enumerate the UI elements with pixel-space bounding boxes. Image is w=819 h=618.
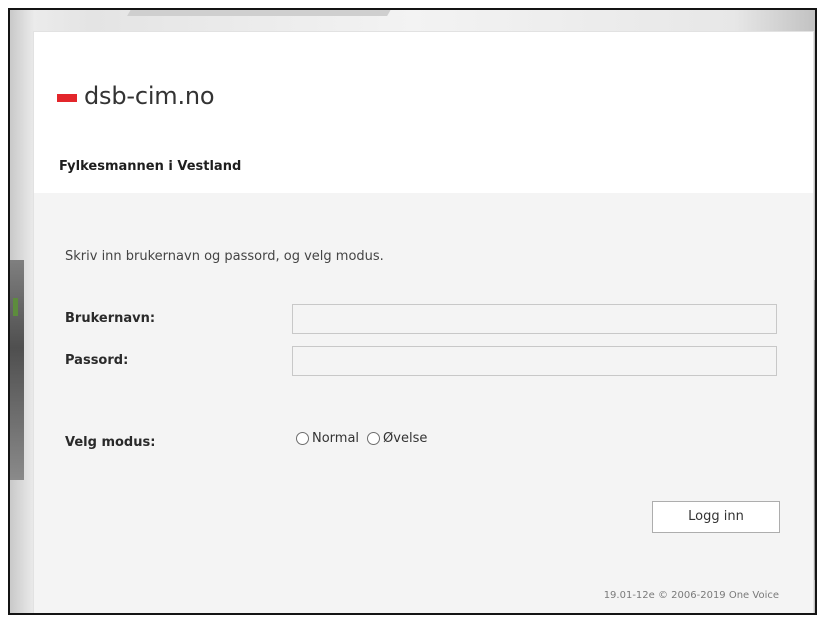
password-label: Passord: — [65, 353, 129, 368]
version-footer: 19.01-12e © 2006-2019 One Voice — [603, 590, 779, 601]
mode-option-label: Øvelse — [383, 431, 428, 446]
logo-mark-icon — [57, 93, 77, 102]
card-header: dsb-cim.no Fylkesmannen i Vestland — [34, 32, 813, 193]
password-input[interactable] — [293, 347, 776, 375]
brand-name: dsb-cim.no — [84, 82, 215, 110]
mode-option-ovelse[interactable]: Øvelse — [367, 431, 427, 446]
mode-option-normal[interactable]: Normal — [296, 431, 359, 446]
login-card: dsb-cim.no Fylkesmannen i Vestland Skriv… — [34, 32, 813, 613]
username-label: Brukernavn: — [65, 311, 156, 326]
instructions-text: Skriv inn brukernavn og passord, og velg… — [65, 249, 384, 264]
username-field[interactable] — [292, 304, 777, 334]
username-input[interactable] — [293, 305, 776, 333]
mode-label: Velg modus: — [65, 435, 156, 450]
organization-name: Fylkesmannen i Vestland — [59, 159, 242, 174]
login-window: dsb-cim.no Fylkesmannen i Vestland Skriv… — [8, 8, 817, 615]
mode-option-label: Normal — [312, 431, 360, 446]
background-photo — [127, 10, 393, 16]
brand-logo: dsb-cim.no — [57, 82, 215, 110]
login-button[interactable]: Logg inn — [652, 501, 780, 533]
radio-button-icon[interactable] — [296, 432, 309, 445]
background-photo — [10, 260, 24, 480]
background-photo — [13, 298, 18, 316]
password-field[interactable] — [292, 346, 777, 376]
mode-radio-group: Normal Øvelse — [296, 431, 435, 446]
radio-button-icon[interactable] — [367, 432, 381, 445]
